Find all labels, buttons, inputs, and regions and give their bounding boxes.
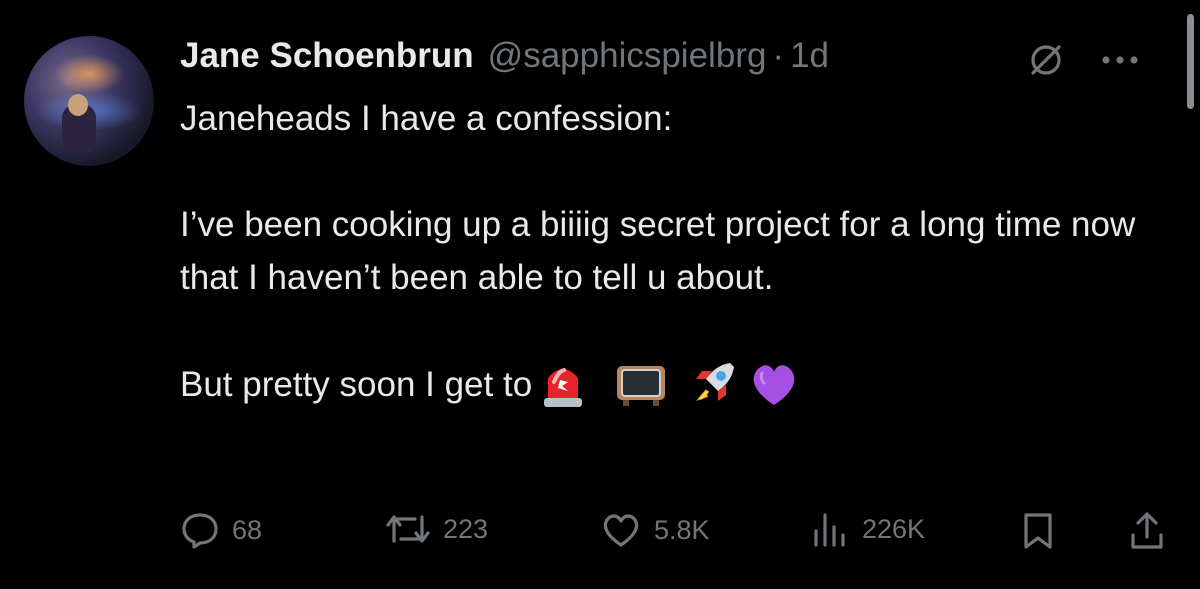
header-actions bbox=[1026, 40, 1140, 80]
heart-icon bbox=[600, 511, 642, 549]
grok-icon[interactable] bbox=[1026, 40, 1066, 80]
rocket-emoji bbox=[686, 357, 740, 411]
timestamp[interactable]: 1d bbox=[790, 36, 829, 76]
tweet-line-3-text: But pretty soon I get to bbox=[180, 364, 533, 404]
tweet-actions: 68 223 5.8K 226K bbox=[180, 505, 1170, 555]
user-handle[interactable]: @sapphicspielbrg bbox=[488, 36, 767, 76]
reply-button[interactable]: 68 bbox=[180, 511, 262, 549]
views-chart-icon bbox=[810, 511, 850, 547]
like-count: 5.8K bbox=[654, 514, 710, 545]
bookmark-icon bbox=[1020, 511, 1056, 551]
share-button[interactable] bbox=[1128, 511, 1166, 551]
police-light-emoji bbox=[538, 358, 588, 410]
television-emoji bbox=[614, 358, 668, 410]
repost-icon bbox=[385, 511, 431, 547]
repost-button[interactable]: 223 bbox=[385, 511, 488, 547]
tweet-text: Janeheads I have a confession: I’ve been… bbox=[180, 92, 1140, 411]
tweet[interactable]: Jane Schoenbrun @sapphicspielbrg · 1d Ja… bbox=[0, 0, 1200, 589]
separator-dot: · bbox=[772, 36, 785, 75]
tweet-line-3: But pretty soon I get to bbox=[180, 357, 1140, 411]
share-icon bbox=[1128, 511, 1166, 551]
tweet-line-1: Janeheads I have a confession: bbox=[180, 99, 673, 138]
reply-icon bbox=[180, 511, 220, 549]
purple-heart-emoji bbox=[748, 359, 800, 409]
tweet-header: Jane Schoenbrun @sapphicspielbrg · 1d bbox=[180, 36, 829, 76]
views-count: 226K bbox=[862, 513, 926, 544]
like-button[interactable]: 5.8K bbox=[600, 511, 710, 549]
avatar[interactable] bbox=[24, 36, 154, 166]
more-icon[interactable] bbox=[1100, 54, 1140, 66]
repost-count: 223 bbox=[443, 513, 489, 544]
bookmark-button[interactable] bbox=[1020, 511, 1056, 551]
reply-count: 68 bbox=[232, 514, 263, 545]
display-name[interactable]: Jane Schoenbrun bbox=[180, 36, 474, 76]
scrollbar[interactable] bbox=[1187, 14, 1194, 109]
tweet-paragraph-2: I’ve been cooking up a biiiig secret pro… bbox=[180, 205, 1136, 297]
views-button[interactable]: 226K bbox=[810, 511, 925, 547]
